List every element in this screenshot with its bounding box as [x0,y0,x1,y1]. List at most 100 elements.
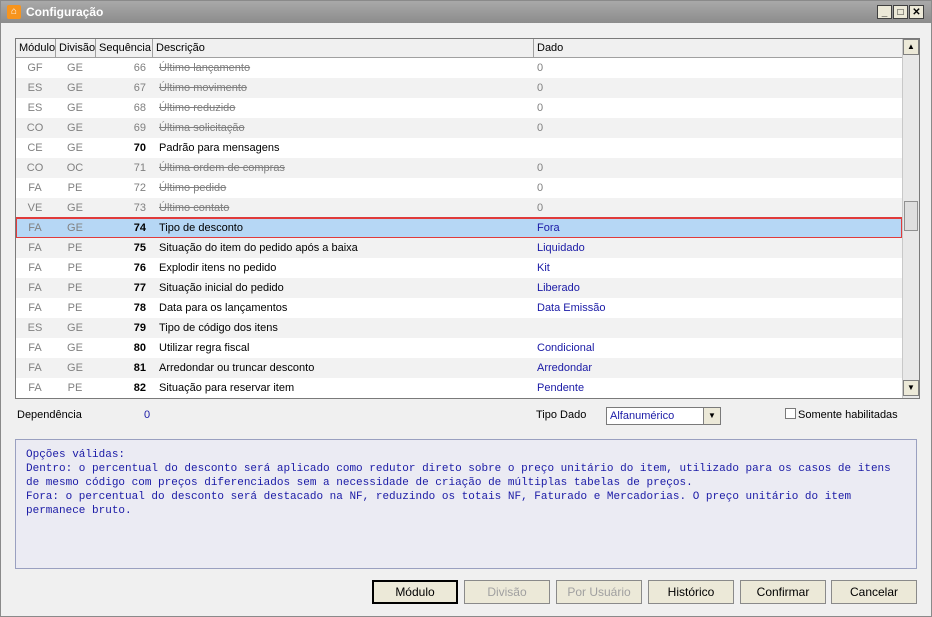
somente-habilitadas-checkbox[interactable] [785,408,796,419]
cell-modulo: ES [27,322,43,334]
cell-modulo: FA [28,282,42,294]
cell-divisao: PE [67,382,83,394]
cell-descricao: Último movimento [159,82,248,94]
cell-sequencia: 75 [133,242,146,254]
cell-dado: Liquidado [537,242,585,254]
minimize-icon[interactable]: _ [877,5,892,19]
col-header-dado[interactable]: Dado [534,39,902,57]
cell-descricao: Explodir itens no pedido [159,262,277,274]
memo-line: Fora: o percentual do desconto será dest… [26,491,858,517]
cell-dado: 0 [537,82,544,94]
cell-modulo: FA [28,302,42,314]
cell-descricao: Situação do item do pedido após a baixa [159,242,358,254]
historico-button[interactable]: Histórico [648,580,734,604]
cell-dado: 0 [537,182,544,194]
app-icon: ⌂ [7,5,21,19]
table-row-selected[interactable]: FA GE 74 Tipo de desconto Fora [16,217,903,239]
cell-dado: 0 [537,162,544,174]
table-row[interactable]: FA PE 82 Situação para reservar item Pendent… [16,378,902,398]
cell-dado: Kit [537,262,550,274]
table-row[interactable]: ES GE 67 Último movimento 0 [16,78,902,98]
cell-dado: Liberado [537,282,580,294]
maximize-icon[interactable]: □ [893,5,908,19]
cell-sequencia: 78 [133,302,146,314]
table-row[interactable]: FA PE 75 Situação do item do pedido após a … [16,238,902,258]
cell-descricao: Situação inicial do pedido [159,282,284,294]
cell-sequencia: 81 [133,362,146,374]
grid-rows: GF GE 66 Último lançamento 0 ES GE 67 Último mov… [16,58,903,398]
cell-divisao: GE [67,222,83,234]
cell-modulo: ES [27,102,43,114]
cell-sequencia: 80 [133,342,146,354]
cell-sequencia: 70 [133,142,146,154]
cell-sequencia: 67 [133,82,146,94]
table-row[interactable]: FA GE 80 Utilizar regra fiscal Condicional [16,338,902,358]
cell-sequencia: 68 [133,102,146,114]
cell-modulo: CE [27,142,43,154]
cell-descricao: Tipo de desconto [159,222,243,234]
cell-descricao: Tipo de código dos itens [159,322,278,334]
cell-divisao: PE [67,242,83,254]
cell-divisao: GE [67,62,83,74]
table-row[interactable]: FA PE 72 Último pedido 0 [16,178,902,198]
divisao-button[interactable]: Divisão [464,580,550,604]
table-row[interactable]: FA GE 81 Arredondar ou truncar desconto Arre… [16,358,902,378]
cell-divisao: PE [67,282,83,294]
cell-descricao: Último reduzido [159,102,236,114]
cell-divisao: PE [67,182,83,194]
config-grid[interactable]: Módulo Divisão Sequência Descrição Dado … [15,38,920,399]
cell-modulo: FA [28,262,42,274]
cell-sequencia: 76 [133,262,146,274]
grid-header: Módulo Divisão Sequência Descrição Dado [16,39,902,58]
cell-divisao: GE [67,322,83,334]
cell-descricao: Data para os lançamentos [159,302,288,314]
col-header-sequencia[interactable]: Sequência [96,39,153,57]
cell-divisao: GE [67,362,83,374]
grid-scrollbar[interactable]: ▲ ▼ [902,39,919,398]
table-row[interactable]: GF GE 66 Último lançamento 0 [16,58,902,78]
cell-modulo: VE [27,202,43,214]
dependencia-label: Dependência [17,409,82,421]
somente-habilitadas-label[interactable]: Somente habilitadas [798,409,898,421]
cell-divisao: GE [67,142,83,154]
table-row[interactable]: FA PE 76 Explodir itens no pedido Kit [16,258,902,278]
table-row[interactable]: ES GE 68 Último reduzido 0 [16,98,902,118]
cancelar-button[interactable]: Cancelar [831,580,917,604]
options-memo[interactable]: Opções válidas: Dentro: o percentual do … [15,439,917,569]
table-row[interactable]: CE GE 70 Padrão para mensagens [16,138,902,158]
cell-descricao: Última ordem de compras [159,162,285,174]
title-bar: ⌂ Configuração _ □ ✕ [1,1,931,23]
chevron-down-icon[interactable]: ▼ [703,408,720,424]
memo-line: Dentro: o percentual do desconto será ap… [26,463,898,489]
memo-line: Opções válidas: [26,449,126,461]
cell-modulo: FA [28,382,42,394]
cell-sequencia: 71 [133,162,146,174]
confirmar-button[interactable]: Confirmar [740,580,826,604]
cell-modulo: FA [28,342,42,354]
table-row[interactable]: ES GE 79 Tipo de código dos itens [16,318,902,338]
table-row[interactable]: FA PE 77 Situação inicial do pedido Liberado [16,278,902,298]
close-icon[interactable]: ✕ [909,5,924,19]
table-row[interactable]: FA PE 78 Data para os lançamentos Data Emiss… [16,298,902,318]
cell-divisao: GE [67,102,83,114]
table-row[interactable]: CO OC 71 Última ordem de compras 0 [16,158,902,178]
scroll-up-icon[interactable]: ▲ [903,39,919,55]
col-header-divisao[interactable]: Divisão [56,39,96,57]
cell-modulo: FA [28,362,42,374]
cell-sequencia: 82 [133,382,146,394]
cell-divisao: GE [67,202,83,214]
por-usuario-button[interactable]: Por Usuário [556,580,642,604]
col-header-modulo[interactable]: Módulo [16,39,56,57]
scroll-down-icon[interactable]: ▼ [903,380,919,396]
modulo-button[interactable]: Módulo [372,580,458,604]
table-row[interactable]: VE GE 73 Último contato 0 [16,198,902,218]
col-header-descricao[interactable]: Descrição [153,39,534,57]
table-row[interactable]: CO GE 69 Última solicitação 0 [16,118,902,138]
cell-divisao: GE [67,342,83,354]
cell-dado: Pendente [537,382,585,394]
scroll-thumb[interactable] [904,201,918,231]
tipo-dado-select[interactable]: Alfanumérico ▼ [606,407,721,425]
cell-dado: 0 [537,102,544,114]
config-window: ⌂ Configuração _ □ ✕ Módulo Divisão Sequ… [0,0,932,617]
cell-descricao: Última solicitação [159,122,245,134]
